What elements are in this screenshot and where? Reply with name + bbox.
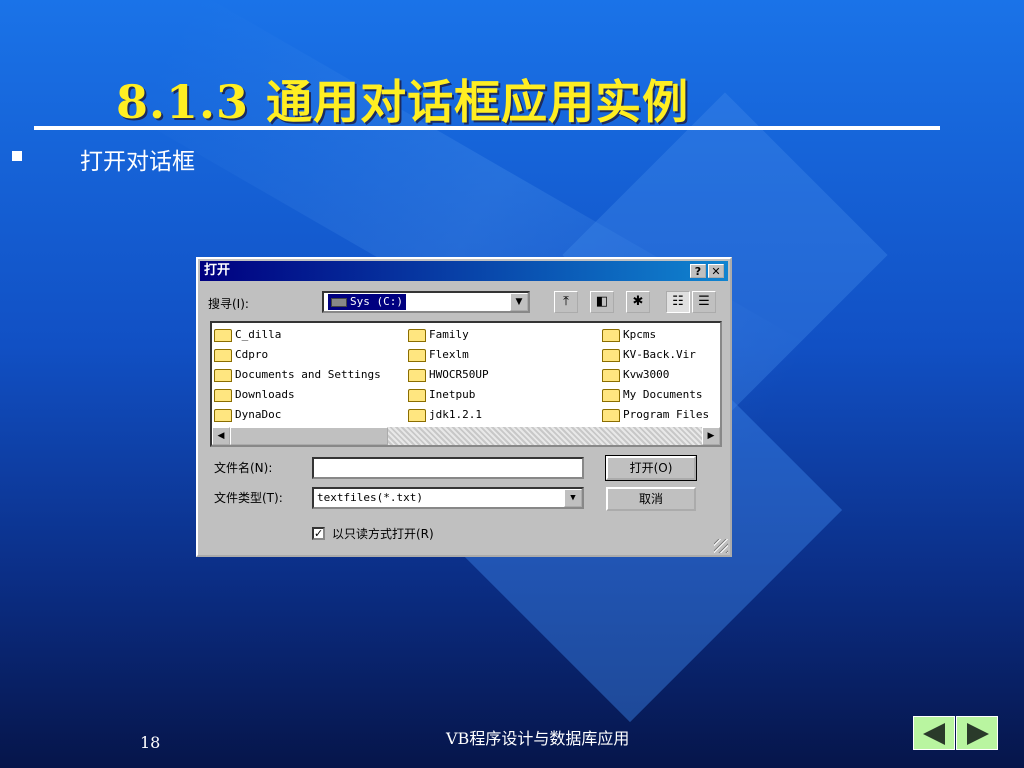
lookin-value-highlight: Sys (C:) [328,294,406,310]
list-item[interactable]: Flexlm [408,345,489,365]
folder-icon [602,368,620,382]
list-item[interactable]: HWOCR50UP [408,365,489,385]
arrow-right-icon [967,723,989,745]
scrollbar-thumb[interactable] [230,427,388,445]
list-item-label: Flexlm [429,348,469,361]
folder-icon [408,408,426,422]
lookin-dropdown[interactable]: Sys (C:) ▼ [322,291,530,313]
page-number: 18 [140,733,161,752]
chevron-down-icon[interactable]: ▼ [510,293,528,311]
title-underline [34,126,940,130]
list-item[interactable]: My Documents [602,385,709,405]
filetype-label: 文件类型(T): [214,491,283,505]
list-item[interactable]: Kpcms [602,325,709,345]
list-item[interactable]: C_dilla [214,325,381,345]
list-item[interactable]: Inetpub [408,385,489,405]
file-column: C_dilla Cdpro Documents and Settings Dow… [214,325,381,425]
previous-slide-button[interactable] [913,716,955,750]
list-item[interactable]: Documents and Settings [214,365,381,385]
new-folder-icon: ✱ [632,294,644,309]
open-file-dialog: 打开 ? ✕ 搜寻(I): Sys (C:) ▼ ⤒ ◧ ✱ ☷ ☰ C_dil… [196,257,732,557]
lookin-label: 搜寻(I): [208,297,249,311]
drive-icon [331,297,347,307]
list-item-label: Documents and Settings [235,368,381,381]
folder-icon [214,348,232,362]
scroll-left-icon[interactable]: ◀ [212,427,230,445]
list-item[interactable]: jdk1.2.1 [408,405,489,425]
list-item[interactable]: Cdpro [214,345,381,365]
folder-icon [408,348,426,362]
list-view-icon: ☷ [672,294,684,309]
desktop-icon: ◧ [595,294,609,309]
filename-label: 文件名(N): [214,461,273,475]
list-item[interactable]: Family [408,325,489,345]
filetype-value: textfiles(*.txt) [317,491,423,504]
footer-text: VB程序设计与数据库应用 [446,729,630,748]
arrow-left-icon [923,723,945,745]
list-item[interactable]: DynaDoc [214,405,381,425]
horizontal-scrollbar[interactable]: ◀ ▶ [212,427,720,445]
next-slide-button[interactable] [956,716,998,750]
file-list[interactable]: C_dilla Cdpro Documents and Settings Dow… [210,321,722,447]
list-item-label: Family [429,328,469,341]
list-item-label: My Documents [623,388,703,401]
list-item-label: Kvw3000 [623,368,670,381]
list-item-label: Program Files [623,408,710,421]
folder-icon [214,408,232,422]
list-item-label: jdk1.2.1 [429,408,482,421]
dialog-title: 打开 [204,263,231,278]
scroll-right-icon[interactable]: ▶ [702,427,720,445]
bullet-square [12,151,22,161]
list-item-label: KV-Back.Vir [623,348,696,361]
folder-icon [602,408,620,422]
folder-icon [214,368,232,382]
file-column: Family Flexlm HWOCR50UP Inetpub jdk1.2.1 [408,325,489,425]
cancel-button[interactable]: 取消 [606,487,696,511]
desktop-button[interactable]: ◧ [590,291,614,313]
list-item-label: Downloads [235,388,295,401]
my-documents-icon [602,388,620,402]
filetype-dropdown[interactable]: textfiles(*.txt) ▼ [312,487,584,509]
folder-icon [214,388,232,402]
resize-grip-icon[interactable] [714,539,728,553]
folder-icon [408,328,426,342]
bullet-text: 打开对话框 [80,149,195,175]
details-view-icon: ☰ [698,294,710,309]
up-folder-button[interactable]: ⤒ [554,291,578,313]
page-title: 8.1.3 通用对话框应用实例 [116,75,690,129]
filename-input[interactable] [312,457,584,479]
up-folder-icon: ⤒ [563,294,569,309]
list-item-label: HWOCR50UP [429,368,489,381]
list-item[interactable]: Downloads [214,385,381,405]
dialog-titlebar[interactable]: 打开 ? ✕ [200,261,728,281]
list-item[interactable]: KV-Back.Vir [602,345,709,365]
list-item-label: C_dilla [235,328,282,341]
list-item[interactable]: Program Files [602,405,709,425]
list-item-label: Inetpub [429,388,476,401]
folder-icon [408,388,426,402]
folder-icon [602,348,620,362]
list-view-button[interactable]: ☷ [666,291,690,313]
folder-icon [214,328,232,342]
details-view-button[interactable]: ☰ [692,291,716,313]
file-column: Kpcms KV-Back.Vir Kvw3000 My Documents P… [602,325,709,425]
readonly-checkbox[interactable]: ✓ [312,527,325,540]
close-button[interactable]: ✕ [708,264,724,278]
new-folder-button[interactable]: ✱ [626,291,650,313]
folder-icon [602,328,620,342]
list-item[interactable]: Kvw3000 [602,365,709,385]
lookin-value: Sys (C:) [350,295,403,308]
list-item-label: DynaDoc [235,408,282,421]
chevron-down-icon[interactable]: ▼ [564,489,582,507]
list-item-label: Kpcms [623,328,657,341]
readonly-label: 以只读方式打开(R) [332,527,434,541]
open-button[interactable]: 打开(O) [605,455,697,481]
check-icon: ✓ [314,527,324,540]
folder-icon [408,368,426,382]
list-item-label: Cdpro [235,348,269,361]
help-button[interactable]: ? [690,264,706,278]
